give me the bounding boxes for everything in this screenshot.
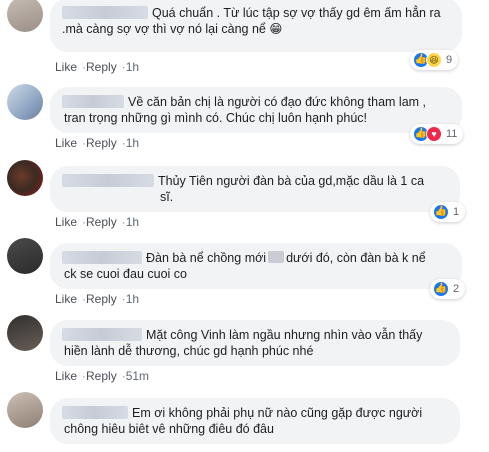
like-link[interactable]: Like	[55, 136, 77, 150]
comment-bubble: Về căn bản chị là người có đạo đức không…	[50, 87, 462, 133]
comment-line-1b: dưới đó, còn đàn bà k nể	[286, 251, 426, 265]
comment-text: Em ơi không phải phụ nữ nào cũng gặp đượ…	[62, 405, 448, 421]
comment-line-1: Thủy Tiên người đàn bà của gd,mặc dầu là…	[158, 174, 425, 188]
reaction-count: 9	[446, 54, 453, 66]
like-link[interactable]: Like	[55, 60, 77, 74]
reaction-count: 2	[453, 283, 460, 295]
comment-bubble: Quá chuẩn . Từ lúc tập sợ vợ thấy gd êm …	[50, 0, 462, 52]
redacted-author-name	[62, 406, 128, 419]
comment-bubble: Đàn bà nể chồng mới dưới đó, còn đàn bà k…	[50, 243, 462, 289]
timestamp[interactable]: 51m	[126, 369, 149, 383]
reaction-summary[interactable]: 👍 😆 9	[410, 50, 459, 70]
redacted-word	[268, 251, 285, 263]
avatar[interactable]	[7, 392, 43, 428]
comment-actions: Like ·Reply ·1h	[55, 136, 140, 150]
timestamp[interactable]: 1h	[126, 136, 139, 150]
comment-line-2: sĩ.	[160, 190, 174, 204]
comment-line-2: ck se cuoi đau cuoi co	[64, 267, 187, 281]
comment-line-1: Quá chuẩn . Từ lúc tập sợ vợ thấy gd êm …	[152, 6, 441, 20]
reply-link[interactable]: Reply	[86, 292, 117, 306]
comment-line-2: .mà càng sợ vợ thì vợ nó lại càng nể 😁	[62, 22, 283, 36]
comment-actions: Like ·Reply ·51m	[55, 369, 150, 383]
reaction-summary[interactable]: 👍 1	[430, 202, 466, 222]
comment-line-1a: Đàn bà nể chồng mới	[146, 251, 267, 265]
redacted-author-name	[62, 328, 142, 341]
like-reaction-icon: 👍	[433, 204, 449, 220]
reaction-count: 11	[446, 128, 458, 140]
comment-text: Quá chuẩn . Từ lúc tập sợ vợ thấy gd êm …	[62, 5, 450, 21]
like-reaction-icon: 👍	[433, 281, 449, 297]
like-link[interactable]: Like	[55, 215, 77, 229]
reply-link[interactable]: Reply	[86, 60, 117, 74]
comment-text: Mặt công Vinh làm ngầu nhưng nhìn vào vẫ…	[62, 327, 448, 343]
reply-link[interactable]: Reply	[86, 369, 117, 383]
like-link[interactable]: Like	[55, 292, 77, 306]
avatar[interactable]	[7, 238, 43, 274]
comment-text: Thủy Tiên người đàn bà của gd,mặc dầu là…	[62, 173, 448, 189]
redacted-author-name	[62, 251, 142, 264]
haha-reaction-icon: 😆	[426, 52, 442, 68]
reply-link[interactable]: Reply	[86, 215, 117, 229]
comment-line-2: chông hiêu biêt vê những điêu đó đâu	[64, 422, 274, 436]
reaction-summary[interactable]: 👍 2	[430, 279, 466, 299]
redacted-author-name	[62, 95, 124, 108]
comment-text: Đàn bà nể chồng mới dưới đó, còn đàn bà k…	[62, 250, 450, 266]
reaction-count: 1	[453, 206, 460, 218]
comment-bubble: Thủy Tiên người đàn bà của gd,mặc dầu là…	[50, 166, 460, 212]
comment-bubble: Em ơi không phải phụ nữ nào cũng gặp đượ…	[50, 398, 460, 444]
reply-link[interactable]: Reply	[86, 136, 117, 150]
redacted-author-name	[62, 6, 148, 19]
comment-bubble: Mặt công Vinh làm ngầu nhưng nhìn vào vẫ…	[50, 320, 460, 366]
comment-actions: Like ·Reply ·1h	[55, 60, 140, 74]
love-reaction-icon: ♥	[426, 126, 442, 142]
comment-line-2: tran trọng những gì mình có. Chúc chị lu…	[64, 111, 368, 125]
redacted-author-name	[62, 174, 154, 187]
comment-line-1: Về căn bản chị là người có đạo đức không…	[128, 95, 427, 109]
avatar[interactable]	[7, 84, 43, 120]
reaction-summary[interactable]: 👍 ♥ 11	[410, 124, 464, 144]
avatar[interactable]	[7, 315, 43, 351]
comment-actions: Like ·Reply ·1h	[55, 215, 140, 229]
timestamp[interactable]: 1h	[126, 60, 139, 74]
comment-line-2: hiền lành dễ thương, chúc gd hạnh phúc n…	[64, 344, 314, 358]
like-link[interactable]: Like	[55, 369, 77, 383]
comment-actions: Like ·Reply ·1h	[55, 292, 140, 306]
comment-text: Về căn bản chị là người có đạo đức không…	[62, 94, 450, 110]
comment-line-1: Em ơi không phải phụ nữ nào cũng gặp đượ…	[132, 406, 423, 420]
avatar[interactable]	[7, 160, 43, 196]
comment-line-1: Mặt công Vinh làm ngầu nhưng nhìn vào vẫ…	[146, 328, 423, 342]
timestamp[interactable]: 1h	[126, 215, 139, 229]
avatar[interactable]	[7, 0, 43, 32]
timestamp[interactable]: 1h	[126, 292, 139, 306]
